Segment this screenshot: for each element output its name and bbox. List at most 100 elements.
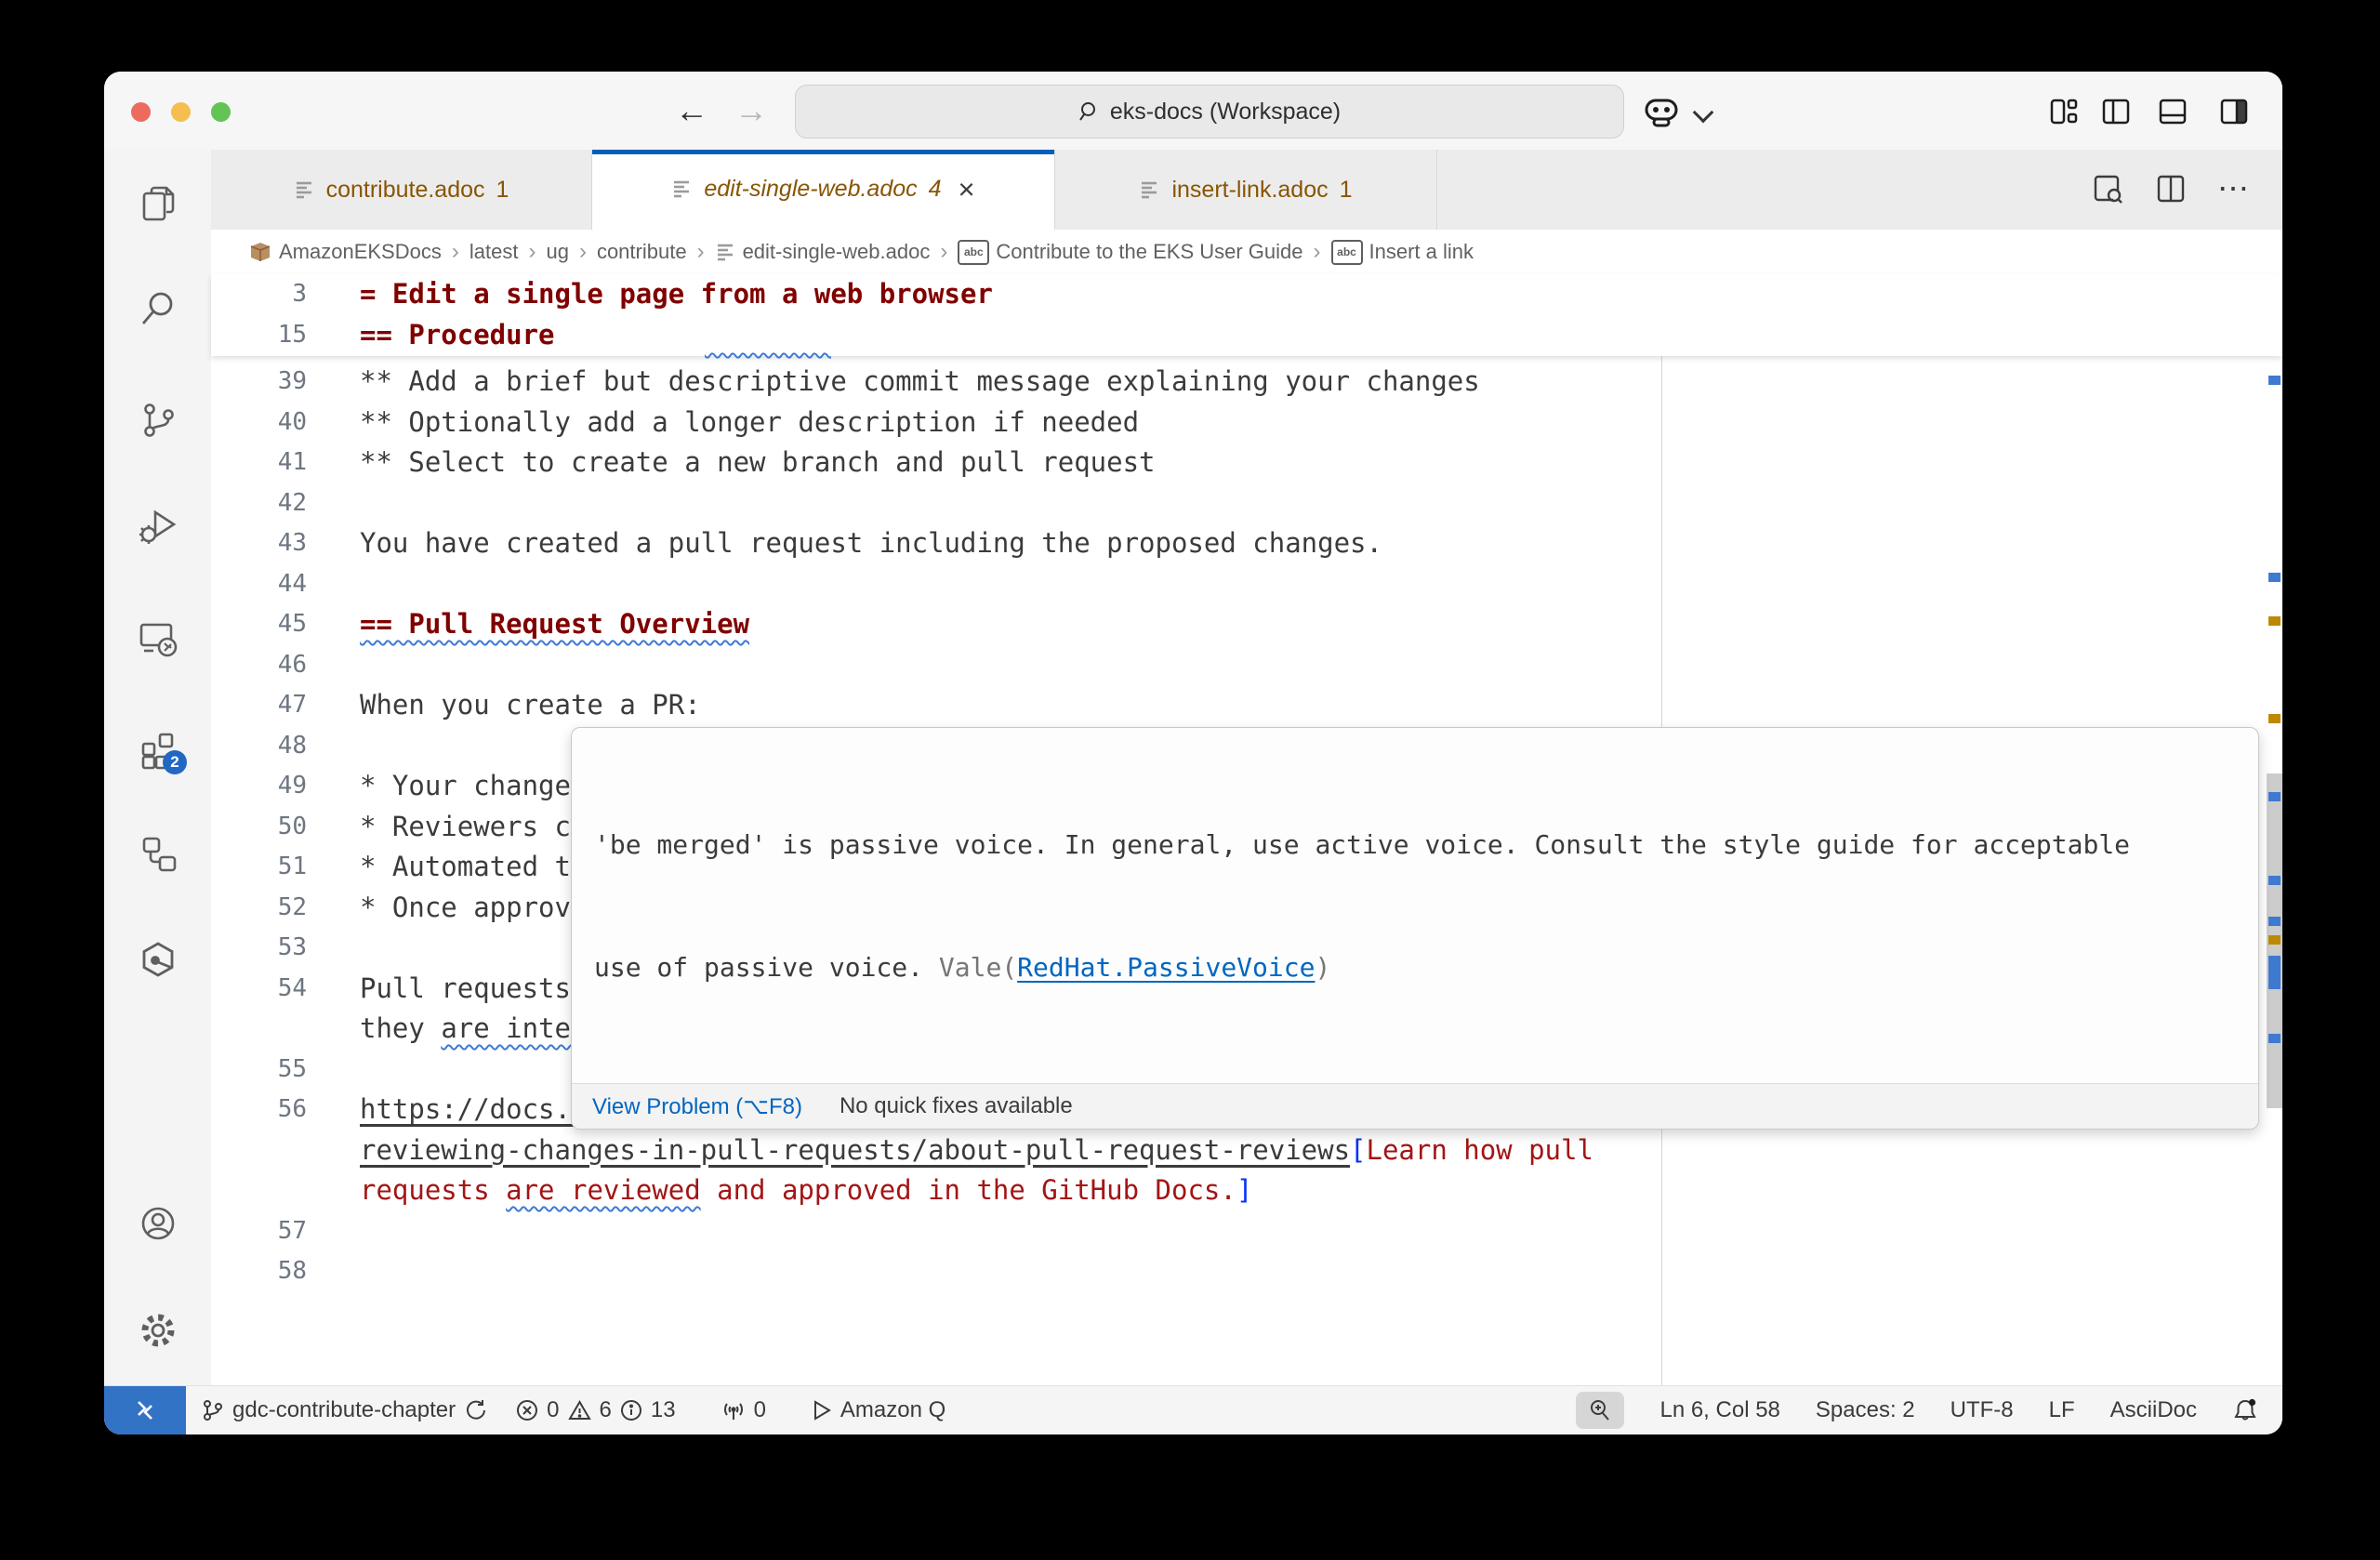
remote-indicator[interactable] [104,1386,186,1434]
toggle-secondary-sidebar-button[interactable] [2219,97,2249,126]
code-row[interactable]: 46 [211,645,2264,686]
toggle-panel-button[interactable] [2158,97,2188,126]
minimize-window-button[interactable] [171,102,191,122]
code-row[interactable]: 40** Optionally add a longer description… [211,403,2264,443]
code-row[interactable]: 42 [211,483,2264,524]
adoc-file-icon [671,178,693,200]
line-number: 56 [230,1090,307,1130]
symbol-string-icon: abc [1331,240,1363,265]
code-row[interactable]: reviewing-changes-in-pull-requests/about… [211,1130,2264,1171]
explorer-icon[interactable] [137,183,179,226]
code-segment: == Procedure [360,319,555,350]
code-row[interactable]: 3= Edit a single page from a web browser [211,274,2282,315]
view-problem-action[interactable]: View Problem (⌥F8) [592,1093,802,1120]
code-row[interactable]: 44 [211,564,2264,605]
tab-close-icon[interactable]: × [959,173,975,206]
sticky-scroll[interactable]: 3= Edit a single page from a web browser… [211,274,2282,356]
source-control-icon[interactable] [137,399,179,442]
tooltip-message-line1: 'be merged' is passive voice. In general… [594,825,2236,866]
code-text: You have created a pull request includin… [360,523,1382,564]
indentation-item[interactable]: Spaces: 2 [1816,1397,1915,1423]
overview-mark [2268,917,2281,926]
ports-item[interactable]: 0 [721,1397,766,1423]
tab-problem-badge: 4 [929,176,942,203]
run-debug-icon[interactable] [137,504,179,547]
breadcrumb-separator: › [1314,239,1321,265]
overview-mark [2268,956,2281,989]
branch-name: gdc-contribute-chapter [232,1397,456,1423]
code-segment: ** Add a brief but descriptive commit me… [360,365,1480,397]
editor[interactable]: 39** Add a brief but descriptive commit … [211,274,2282,1385]
code-row[interactable]: 41** Select to create a new branch and p… [211,443,2264,483]
split-editor-icon[interactable] [2154,172,2188,205]
tab-insert-link.adoc[interactable]: insert-link.adoc1 [1055,150,1437,230]
command-center-search[interactable]: eks-docs (Workspace) [795,85,1624,139]
tab-problem-badge: 1 [496,177,509,204]
open-preview-icon[interactable] [2091,172,2124,205]
git-branch-item[interactable]: gdc-contribute-chapter [201,1397,487,1423]
code-row[interactable]: 15== Procedure [211,315,2282,356]
eol-item[interactable]: LF [2049,1397,2075,1423]
code-segment: requests [360,1174,506,1206]
line-number: 44 [230,564,307,605]
overview-mark [2268,616,2281,626]
close-window-button[interactable] [131,102,151,122]
overview-mark [2268,376,2281,385]
language-mode-item[interactable]: AsciiDoc [2110,1397,2197,1423]
breadcrumb-item-contribute[interactable]: contribute [597,240,687,264]
account-icon[interactable] [137,1202,179,1245]
warning-count: 6 [600,1397,612,1423]
breadcrumb-item-AmazonEKSDocs[interactable]: AmazonEKSDocs [248,240,442,264]
cursor-position-item[interactable]: Ln 6, Col 58 [1659,1397,1779,1423]
tab-edit-single-web.adoc[interactable]: edit-single-web.adoc4× [592,150,1055,230]
code-row[interactable]: 58 [211,1251,2264,1292]
zoom-window-button[interactable] [211,102,231,122]
code-text: requests are reviewed and approved in th… [360,1170,1252,1211]
problems-item[interactable]: 0 6 13 [515,1397,675,1423]
zoom-indicator[interactable] [1576,1392,1624,1429]
code-row[interactable]: 57 [211,1211,2264,1252]
line-number: 54 [230,969,307,1010]
customize-layout-button[interactable] [2049,97,2079,126]
code-row[interactable]: requests are reviewed and approved in th… [211,1170,2264,1211]
tab-problem-badge: 1 [1340,177,1353,204]
breadcrumb-item-Contribute to the EKS User Guide[interactable]: abcContribute to the EKS User Guide [958,240,1302,265]
encoding-item[interactable]: UTF-8 [1950,1397,2014,1423]
overview-mark [2268,573,2281,582]
tab-label: contribute.adoc [326,177,485,204]
settings-gear-icon[interactable] [137,1309,179,1352]
zoom-in-icon [1588,1398,1612,1422]
search-icon[interactable] [137,287,179,330]
toggle-primary-sidebar-button[interactable] [2101,97,2131,126]
code-segment: * Reviewers c [360,811,571,842]
remote-explorer-icon[interactable] [137,617,179,660]
notifications-bell-icon[interactable] [2232,1397,2258,1423]
tab-contribute.adoc[interactable]: contribute.adoc 1 [211,150,592,230]
extensions-badge: 2 [163,750,187,774]
amazon-q-item[interactable]: Amazon Q [811,1397,945,1423]
history-forward-button[interactable]: → [734,88,768,133]
line-number: 43 [230,523,307,564]
extensions-icon[interactable]: 2 [137,728,179,771]
breadcrumb-item-latest[interactable]: latest [469,240,519,264]
code-row[interactable]: 43 You have created a pull request includ… [211,523,2264,564]
breadcrumb-label: latest [469,240,519,264]
line-number: 49 [230,766,307,807]
amazon-q-icon[interactable] [137,939,179,982]
breadcrumb-item-Insert a link[interactable]: abcInsert a link [1331,240,1474,265]
breadcrumb-item-ug[interactable]: ug [546,240,568,264]
code-segment: Learn how pull [1367,1134,1593,1166]
copilot-icon[interactable] [1643,97,1680,128]
chevron-down-icon[interactable] [1693,102,1714,124]
code-row[interactable]: 47When you create a PR: [211,685,2264,726]
vale-rule-link[interactable]: RedHat.PassiveVoice [1017,952,1315,983]
overview-mark [2268,1034,2281,1043]
breadcrumb-item-edit-single-web.adoc[interactable]: edit-single-web.adoc [715,240,931,264]
no-quick-fixes-label: No quick fixes available [840,1093,1073,1119]
history-back-button[interactable]: ← [675,88,708,133]
more-actions-icon[interactable]: ⋯ [2217,170,2251,207]
code-text: == Pull Request Overview [360,604,749,645]
code-row[interactable]: 45== Pull Request Overview [211,604,2264,645]
code-row[interactable]: 39** Add a brief but descriptive commit … [211,362,2264,403]
references-view-icon[interactable] [137,833,179,876]
